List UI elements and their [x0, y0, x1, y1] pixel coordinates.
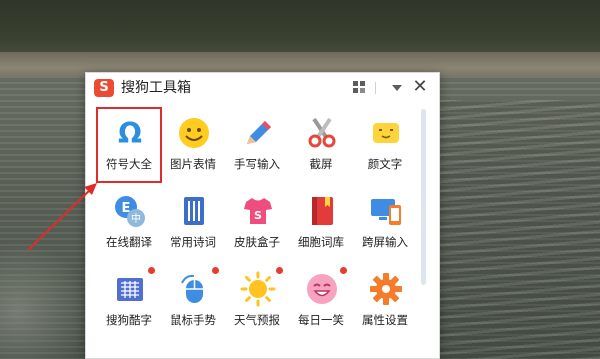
tool-emoji-images[interactable]: 图片表情	[162, 109, 224, 181]
tool-label: 跨屏输入	[362, 235, 408, 249]
poetry-book-icon	[184, 197, 204, 225]
close-button[interactable]: ✕	[411, 78, 429, 96]
laugh-face-icon	[307, 274, 337, 304]
tool-label: 符号大全	[106, 157, 152, 171]
background-water-reflection	[0, 240, 90, 359]
tool-settings[interactable]: 属性设置	[354, 265, 416, 337]
tool-cool-font[interactable]: 搜狗酷字	[98, 265, 160, 337]
tool-kaomoji[interactable]: 颜文字	[354, 109, 416, 181]
tool-label: 属性设置	[362, 313, 408, 327]
tool-label: 截屏	[309, 157, 333, 171]
tool-label: 颜文字	[367, 157, 403, 171]
mouse-gesture-icon	[181, 274, 203, 303]
tool-mouse-gesture[interactable]: 鼠标手势	[162, 265, 224, 337]
settings-gear-icon	[370, 273, 402, 305]
tool-poetry[interactable]: 常用诗词	[162, 187, 224, 259]
background-water-ripples	[430, 100, 600, 359]
tool-label: 在线翻译	[106, 235, 152, 249]
tool-label: 搜狗酷字	[106, 313, 152, 327]
tool-weather[interactable]: 天气预报	[226, 265, 288, 337]
grid-icon[interactable]	[350, 78, 368, 96]
tool-label: 鼠标手势	[170, 313, 216, 327]
sogou-logo-icon: S	[94, 79, 114, 97]
tool-label: 皮肤盒子	[234, 235, 280, 249]
tshirt-icon: S	[244, 198, 272, 224]
window-title: 搜狗工具箱	[121, 80, 191, 96]
tool-label: 图片表情	[170, 157, 216, 171]
tool-label: 每日一笑	[298, 313, 344, 327]
kaomoji-face-icon	[373, 123, 399, 143]
toolbox-window: S 搜狗工具箱 ✕ Ω 符号大全 图片表情 手写输入 截屏 颜文字 E 中 在线…	[85, 72, 440, 359]
new-badge	[148, 267, 155, 274]
new-badge	[340, 267, 347, 274]
tool-skins[interactable]: S 皮肤盒子	[226, 187, 288, 259]
tool-label: 细胞词库	[298, 235, 344, 249]
tool-cross-screen[interactable]: 跨屏输入	[354, 187, 416, 259]
cool-font-icon	[117, 278, 143, 301]
tool-daily-joke[interactable]: 每日一笑	[290, 265, 352, 337]
tool-handwriting[interactable]: 手写输入	[226, 109, 288, 181]
dictionary-book-icon	[312, 197, 333, 225]
svg-text:Ω: Ω	[118, 117, 142, 150]
omega-icon: Ω	[118, 117, 142, 150]
sun-icon	[240, 271, 276, 307]
translate-icon: E 中	[115, 196, 145, 227]
cross-screen-icon	[371, 199, 401, 225]
tool-label: 常用诗词	[170, 235, 216, 249]
smiley-face-icon	[179, 118, 209, 148]
chevron-down-icon[interactable]	[388, 78, 406, 96]
titlebar-divider	[375, 82, 376, 94]
tool-cell-dictionary[interactable]: 细胞词库	[290, 187, 352, 259]
scrollbar[interactable]	[421, 109, 426, 285]
titlebar[interactable]: S 搜狗工具箱 ✕	[86, 73, 439, 103]
svg-text:S: S	[254, 209, 262, 222]
scissors-icon	[308, 117, 336, 148]
pencil-icon	[247, 121, 271, 144]
new-badge	[212, 267, 219, 274]
new-badge	[276, 267, 283, 274]
tool-translate[interactable]: E 中 在线翻译	[98, 187, 160, 259]
svg-text:中: 中	[131, 212, 141, 225]
tool-symbols[interactable]: Ω 符号大全	[96, 107, 162, 183]
tool-screenshot[interactable]: 截屏	[290, 109, 352, 181]
tool-label: 手写输入	[234, 157, 280, 171]
tool-label: 天气预报	[234, 313, 280, 327]
